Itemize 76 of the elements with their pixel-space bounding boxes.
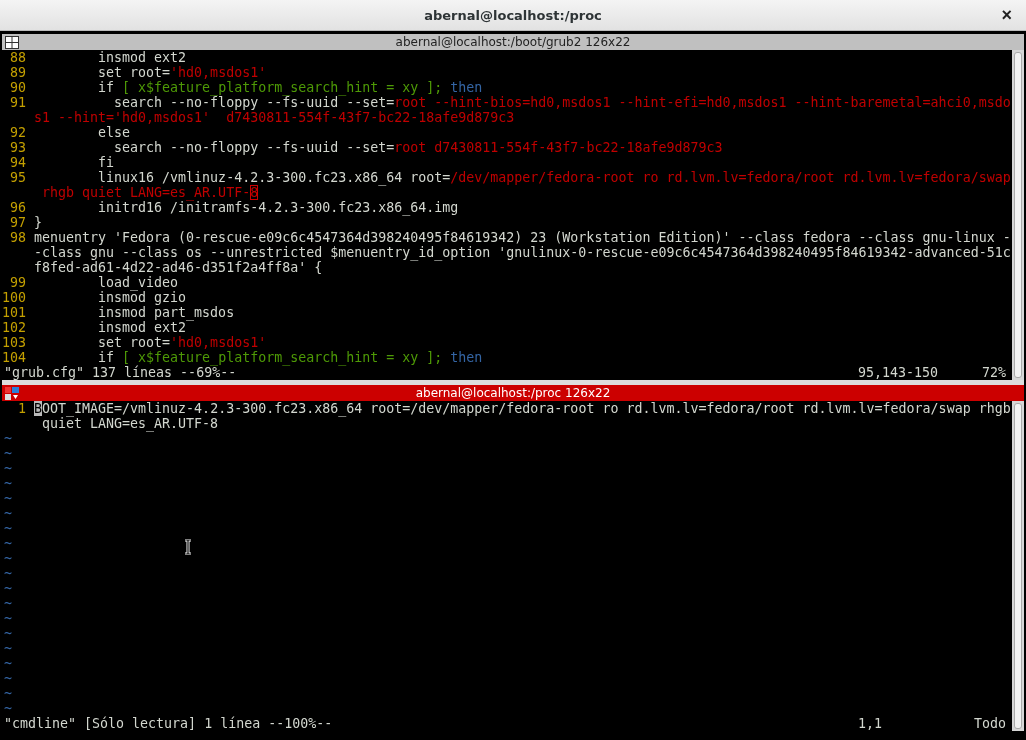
tilde-marker: ~	[3, 551, 12, 566]
tilde-marker: ~	[3, 506, 12, 521]
pane-header[interactable]: abernal@localhost:/proc 126x22	[2, 385, 1024, 401]
tilde-marker: ~	[3, 686, 12, 701]
line-number: 99	[10, 275, 27, 290]
tiles-icon[interactable]	[5, 36, 19, 49]
scrollbar[interactable]	[1012, 401, 1024, 731]
code-line: insmod ext2	[97, 50, 187, 65]
pane-header[interactable]: abernal@localhost:/boot/grub2 126x22	[2, 34, 1024, 50]
tilde-marker: ~	[3, 521, 12, 536]
tilde-marker: ~	[3, 536, 12, 551]
line-number: 94	[10, 155, 27, 170]
line-number: 102	[1, 320, 27, 335]
tilde-marker: ~	[3, 461, 12, 476]
window-title: abernal@localhost:/proc	[424, 7, 602, 23]
line-number: 101	[1, 305, 27, 320]
code-line: linux16 /vmlinuz-4.2.3-300.fc23.x86_64 root=/dev/mapper/fedora-root ro rd.lvm.lv=fedora/root rd.lvm.lv=fedora/swap	[97, 170, 1011, 185]
code-line: else	[97, 125, 131, 140]
status-message: "cmdline" [Sólo lectura] 1 línea --100%--	[3, 716, 334, 731]
code-line: insmod gzio	[97, 290, 187, 305]
tilde-marker: ~	[3, 701, 12, 716]
code-line: set root='hd0,msdos1'	[97, 335, 267, 350]
line-number: 95	[10, 170, 27, 185]
text-cursor-icon	[184, 539, 192, 555]
tiles-icon[interactable]	[5, 387, 19, 400]
line-number: 1	[18, 401, 27, 416]
line-number: 91	[10, 95, 27, 110]
tilde-marker: ~	[3, 641, 12, 656]
code-line: rhgb quiet LANG=es_AR.UTF-8	[41, 185, 259, 200]
status-message: "grub.cfg" 137 líneas --69%--	[3, 365, 237, 380]
code-line: -class gnu --class os --unrestricted $menuentry_id_option 'gnulinux-0-rescue-e09c6c4547364d398240495f84619342-advanced-51c	[34, 245, 1011, 260]
code-line: quiet LANG=es_AR.UTF-8	[42, 416, 219, 431]
line-number: 104	[1, 350, 27, 365]
line-number: 96	[10, 200, 27, 215]
code-line: search --no-floppy --fs-uuid --set=root --hint-bios=hd0,msdos1 --hint-efi=hd0,msdos1 --hint-baremetal=ahci0,msdo	[113, 95, 1011, 110]
tilde-marker: ~	[3, 671, 12, 686]
code-line: set root='hd0,msdos1'	[97, 65, 267, 80]
pane-title: abernal@localhost:/boot/grub2 126x22	[395, 34, 631, 50]
line-number: 100	[1, 290, 27, 305]
cursor-position: 1,1	[858, 716, 884, 731]
tilde-marker: ~	[3, 566, 12, 581]
code-line: menuentry 'Fedora (0-rescue-e09c6c4547364d398240495f84619342) 23 (Workstation Edition)' --class fedora --class gnu-linux -	[34, 230, 1011, 245]
scrollbar[interactable]	[1012, 50, 1024, 380]
code-line: load_video	[97, 275, 179, 290]
line-number: 93	[10, 140, 27, 155]
tilde-marker: ~	[3, 596, 12, 611]
code-line: }	[34, 215, 42, 230]
tilde-marker: ~	[3, 626, 12, 641]
code-line: f8fed-ad61-4d22-ad46-d351f2a4ff8a' {	[34, 260, 323, 275]
line-number: 89	[10, 65, 27, 80]
line-number: 92	[10, 125, 27, 140]
tilde-marker: ~	[3, 581, 12, 596]
scroll-percentage: Todo	[972, 716, 1007, 731]
code-line: s1 --hint='hd0,msdos1' d7430811-554f-43f7-bc22-18afe9d879c3	[34, 110, 515, 125]
code-line: insmod ext2	[97, 320, 187, 335]
close-button[interactable]: ×	[997, 6, 1016, 24]
scroll-percentage: 72%	[980, 365, 1007, 380]
code-line: insmod part_msdos	[97, 305, 235, 320]
code-line: search --no-floppy --fs-uuid --set=root d7430811-554f-43f7-bc22-18afe9d879c3	[113, 140, 723, 155]
tilde-marker: ~	[3, 446, 12, 461]
tilde-marker: ~	[3, 431, 12, 446]
line-number: 97	[10, 215, 27, 230]
code-line: if [ x$feature_platform_search_hint = xy ]; then	[97, 350, 483, 365]
tilde-marker: ~	[3, 656, 12, 671]
code-line: initrd16 /initramfs-4.2.3-300.fc23.x86_64.img	[97, 200, 459, 215]
pane-title: abernal@localhost:/proc 126x22	[415, 385, 611, 401]
cursor-position: 95,143-150	[858, 365, 940, 380]
line-number: 90	[10, 80, 27, 95]
tilde-marker: ~	[3, 491, 12, 506]
line-number: 103	[1, 335, 27, 350]
code-line: if [ x$feature_platform_search_hint = xy ]; then	[97, 80, 483, 95]
tilde-marker: ~	[3, 611, 12, 626]
code-line: fi	[97, 155, 115, 170]
line-number: 88	[10, 50, 27, 65]
tilde-marker: ~	[3, 476, 12, 491]
line-number: 98	[10, 230, 27, 245]
